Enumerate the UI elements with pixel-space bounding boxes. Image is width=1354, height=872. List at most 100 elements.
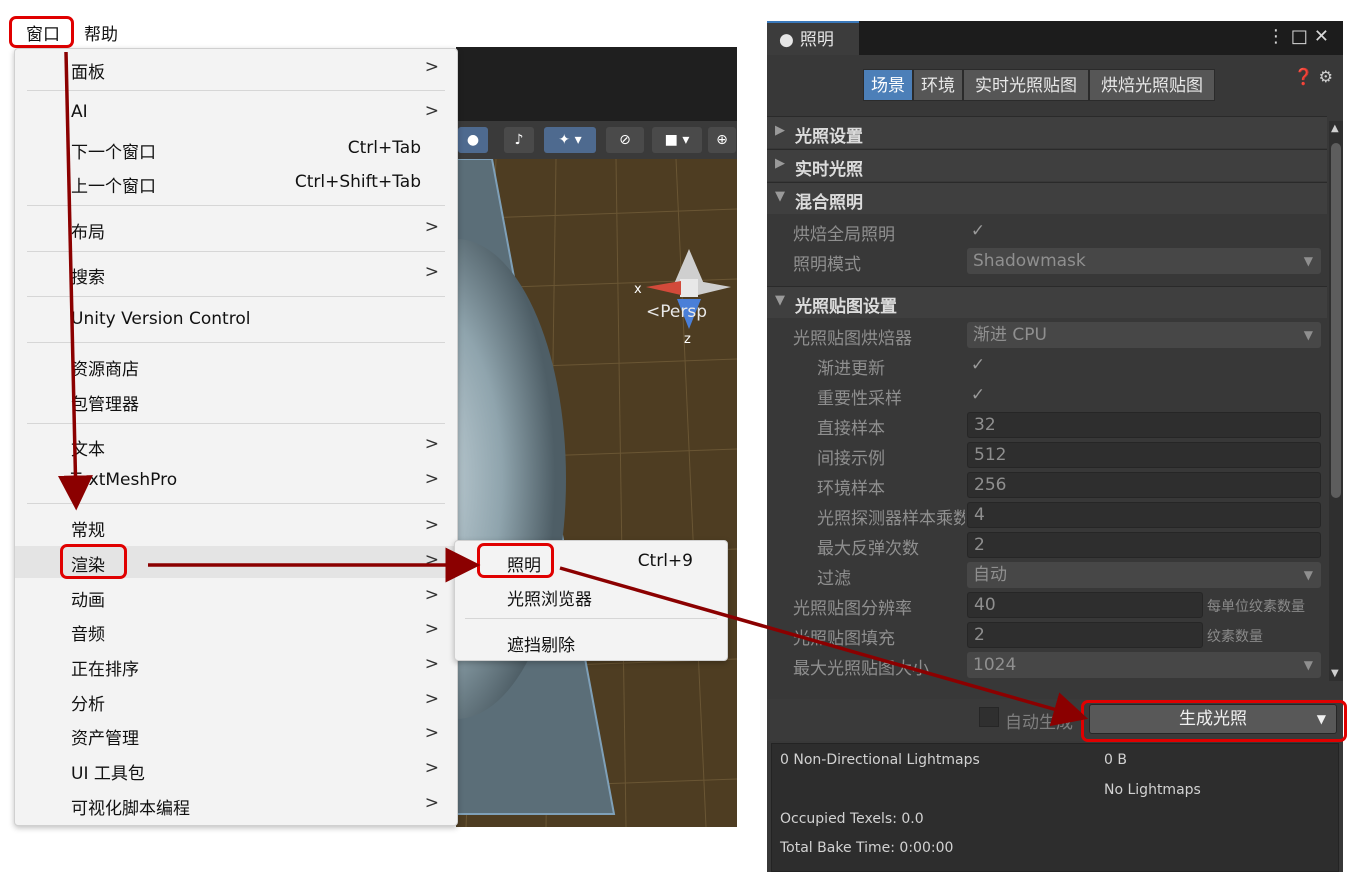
lighting-tabbar: ● 照明 ⋮□✕	[767, 21, 1343, 55]
menu-item-prev-window[interactable]: 上一个窗口 Ctrl+Shift+Tab	[15, 167, 457, 199]
menu-item-analysis[interactable]: 分析 >	[15, 685, 457, 717]
menu-item-sequencing[interactable]: 正在排序 >	[15, 650, 457, 682]
menu-item-visual-scripting[interactable]: 可视化脚本编程 >	[15, 789, 457, 821]
menu-item-audio[interactable]: 音频 >	[15, 615, 457, 647]
scrollbar-thumb[interactable]	[1331, 143, 1341, 498]
menu-item-panels[interactable]: 面板 >	[15, 53, 457, 85]
padding-field[interactable]: 2	[967, 622, 1203, 648]
menu-item-label: 资源商店	[71, 360, 139, 380]
lighting-window: ● 照明 ⋮□✕ 场景 环境 实时光照贴图 烘焙光照贴图 ❓ ⚙ ▶ 光照设置 ▶ 实…	[767, 21, 1343, 872]
menu-item-package-manager[interactable]: 包管理器	[15, 385, 457, 417]
menu-separator	[27, 503, 445, 504]
resolution-field[interactable]: 40	[967, 592, 1203, 618]
scroll-up-icon[interactable]: ▲	[1331, 123, 1339, 134]
gizmo-x-label: x	[634, 282, 642, 297]
menu-item-label: 搜索	[71, 268, 105, 288]
menu-item-shortcut: Ctrl+9	[637, 551, 693, 571]
env-samples-field[interactable]: 256	[967, 472, 1321, 498]
auto-generate-checkbox[interactable]	[979, 707, 999, 727]
menu-help[interactable]: 帮助	[84, 20, 118, 45]
section-lightmap-settings[interactable]: ▼ 光照贴图设置	[767, 286, 1327, 318]
gizmo-z-label: z	[684, 332, 691, 347]
row-lightmapper: 光照贴图烘焙器 渐进 CPU ▼	[767, 320, 1327, 350]
lightmapper-dropdown[interactable]: 渐进 CPU ▼	[967, 322, 1321, 348]
field-label: 重要性采样	[817, 389, 902, 409]
field-label: 光照贴图填充	[793, 629, 895, 649]
importance-sampling-checkbox[interactable]: ✓	[967, 384, 989, 406]
menu-item-text[interactable]: 文本 >	[15, 430, 457, 462]
field-label: 过滤	[817, 569, 851, 589]
maximize-icon[interactable]: □	[1291, 26, 1314, 47]
highlight-lighting-item	[477, 543, 554, 578]
effects-toggle-icon[interactable]: ✦ ▾	[544, 127, 596, 153]
progressive-updates-checkbox[interactable]: ✓	[967, 354, 989, 376]
scene-view[interactable]: ● ♪ ✦ ▾ ⊘ ■ ▾ ⊕ x z <Persp	[456, 47, 737, 827]
row-lighting-mode: 照明模式 Shadowmask ▼	[767, 246, 1327, 276]
chevron-right-icon: >	[424, 217, 439, 237]
total-bake-time: Total Bake Time: 0:00:00	[780, 840, 954, 856]
menu-item-animation[interactable]: 动画 >	[15, 581, 457, 613]
tab-realtime-lightmaps[interactable]: 实时光照贴图	[963, 69, 1089, 101]
menu-item-version-control[interactable]: Unity Version Control	[15, 304, 457, 336]
close-icon[interactable]: ✕	[1314, 26, 1335, 47]
menu-separator	[27, 90, 445, 91]
dropdown-arrow-icon: ▼	[1303, 328, 1313, 342]
menu-item-textmeshpro[interactable]: TextMeshPro >	[15, 465, 457, 497]
section-lighting-settings[interactable]: ▶ 光照设置	[767, 116, 1327, 148]
menu-item-label: 分析	[71, 695, 105, 715]
menu-item-ui-toolkit[interactable]: UI 工具包 >	[15, 754, 457, 786]
tab-baked-lightmaps[interactable]: 烘焙光照贴图	[1089, 69, 1215, 101]
indirect-samples-field[interactable]: 512	[967, 442, 1321, 468]
row-indirect-samples: 间接示例 512	[767, 440, 1327, 470]
light-toggle-icon[interactable]: ●	[458, 127, 488, 153]
audio-toggle-icon[interactable]: ♪	[504, 127, 534, 153]
menu-item-label: Unity Version Control	[71, 309, 251, 329]
field-label: 光照贴图烘焙器	[793, 329, 912, 349]
menu-item-label: AI	[71, 102, 88, 122]
section-realtime[interactable]: ▶ 实时光照	[767, 149, 1327, 181]
filter-dropdown[interactable]: 自动 ▼	[967, 562, 1321, 588]
row-max-bounces: 最大反弹次数 2	[767, 530, 1327, 560]
menu-item-next-window[interactable]: 下一个窗口 Ctrl+Tab	[15, 133, 457, 165]
menu-item-search[interactable]: 搜索 >	[15, 258, 457, 290]
scroll-down-icon[interactable]: ▼	[1331, 668, 1339, 679]
tab-environment[interactable]: 环境	[913, 69, 963, 101]
menu-item-label: 可视化脚本编程	[71, 799, 190, 819]
dropdown-value: 自动	[973, 565, 1007, 585]
inspector-scrollbar[interactable]: ▲ ▼	[1329, 121, 1343, 681]
lighting-mode-dropdown[interactable]: Shadowmask ▼	[967, 248, 1321, 274]
max-size-dropdown[interactable]: 1024 ▼	[967, 652, 1321, 678]
section-mixed[interactable]: ▼ 混合照明	[767, 182, 1327, 214]
field-label: 环境样本	[817, 479, 885, 499]
direct-samples-field[interactable]: 32	[967, 412, 1321, 438]
menu-item-layout[interactable]: 布局 >	[15, 213, 457, 245]
menu-item-asset-management[interactable]: 资产管理 >	[15, 719, 457, 751]
chevron-right-icon: >	[424, 619, 439, 639]
menu-separator	[465, 618, 717, 619]
help-settings-icons[interactable]: ❓ ⚙	[1294, 67, 1333, 86]
menu-item-label: 下一个窗口	[71, 143, 156, 163]
field-label: 最大反弹次数	[817, 539, 919, 559]
chevron-right-icon: >	[424, 758, 439, 778]
max-bounces-field[interactable]: 2	[967, 532, 1321, 558]
field-label: 渐进更新	[817, 359, 885, 379]
menu-item-asset-store[interactable]: 资源商店	[15, 350, 457, 382]
dropdown-arrow-icon: ▼	[1303, 254, 1313, 268]
resolution-unit: 每单位纹素数量	[1207, 599, 1305, 615]
lighting-tab[interactable]: ● 照明	[767, 21, 859, 55]
menu-item-label: 上一个窗口	[71, 177, 156, 197]
submenu-item-light-explorer[interactable]: 光照浏览器	[455, 580, 727, 612]
probe-multiplier-field[interactable]: 4	[967, 502, 1321, 528]
camera-toggle-icon[interactable]: ■ ▾	[652, 127, 702, 153]
persp-label[interactable]: <Persp	[646, 302, 707, 322]
more-options-icon[interactable]: ⋮	[1267, 26, 1291, 47]
chevron-right-icon: >	[424, 585, 439, 605]
gizmo-toggle-icon[interactable]: ⊕	[708, 127, 736, 153]
screenshot-root: ● ♪ ✦ ▾ ⊘ ■ ▾ ⊕ x z <Persp 窗口 帮助 面板 > AI…	[0, 0, 1354, 872]
submenu-item-occlusion-culling[interactable]: 遮挡剔除	[455, 626, 727, 658]
baked-gi-checkbox[interactable]: ✓	[967, 220, 989, 242]
menu-item-general[interactable]: 常规 >	[15, 511, 457, 543]
tab-scene[interactable]: 场景	[863, 69, 913, 101]
menu-item-ai[interactable]: AI >	[15, 97, 457, 129]
hidden-toggle-icon[interactable]: ⊘	[606, 127, 644, 153]
